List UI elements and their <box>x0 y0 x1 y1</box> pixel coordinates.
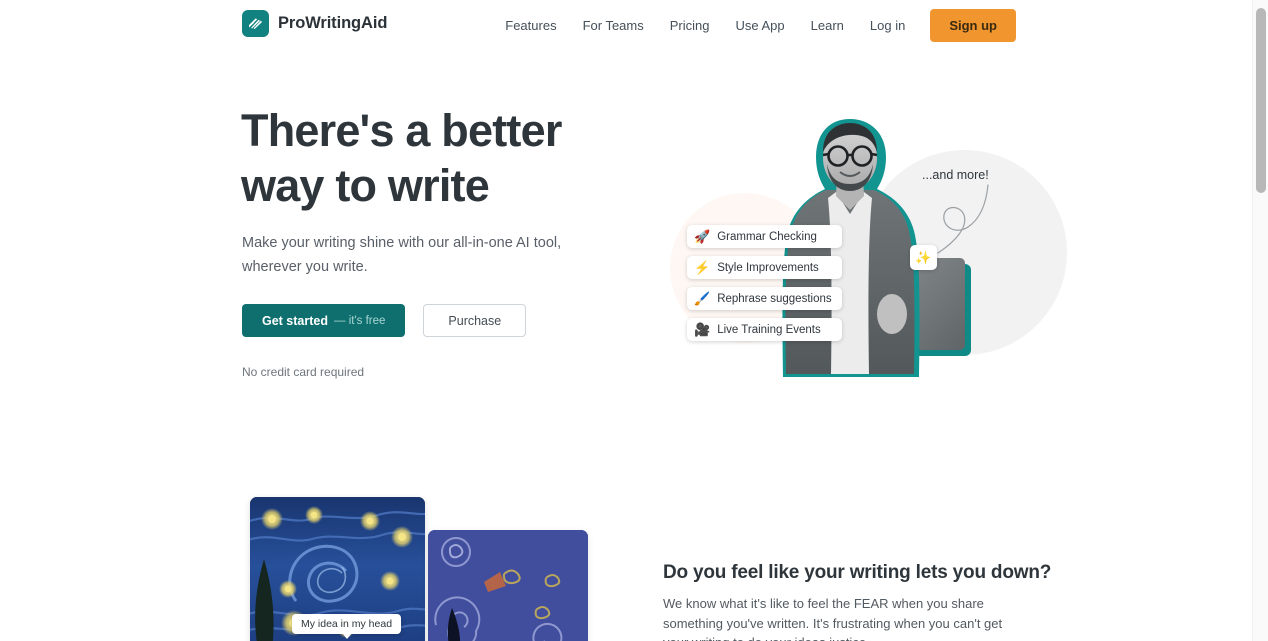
feature-chip-label: Rephrase suggestions <box>717 292 832 305</box>
no-credit-card-note: No credit card required <box>242 365 365 379</box>
nav-link-pricing[interactable]: Pricing <box>657 10 723 41</box>
get-started-label: Get started <box>262 313 328 328</box>
artwork-caption: My idea in my head <box>292 614 402 639</box>
curved-arrow-doodle <box>937 184 989 254</box>
artwork-simple-blue <box>428 530 588 641</box>
book-check-icon <box>242 10 269 37</box>
hero-illustration: 🚀 Grammar Checking ⚡ Style Improvements … <box>660 95 1067 395</box>
rocket-icon: 🚀 <box>694 229 711 244</box>
and-more-label: ...and more! <box>922 168 989 182</box>
feature-chip-style-improvements: ⚡ Style Improvements <box>687 256 842 279</box>
feature-chip-label: Grammar Checking <box>717 230 817 243</box>
hero-title-line-1: There's a better <box>241 105 562 156</box>
page-content: ProWritingAid Features For Teams Pricing… <box>0 0 1252 641</box>
feature-chip-grammar-checking: 🚀 Grammar Checking <box>687 225 842 248</box>
nav-link-for-teams[interactable]: For Teams <box>570 10 657 41</box>
nav-link-features[interactable]: Features <box>492 10 569 41</box>
paintbrush-icon: 🖌️ <box>694 291 711 306</box>
feature-chip-rephrase-suggestions: 🖌️ Rephrase suggestions <box>687 287 842 310</box>
browser-viewport: ProWritingAid Features For Teams Pricing… <box>0 0 1268 641</box>
nav-link-use-app[interactable]: Use App <box>723 10 798 41</box>
hero-cta-row: Get started — it's free Purchase <box>242 304 527 337</box>
hero-title: There's a better way to write <box>241 103 661 213</box>
main-nav: Features For Teams Pricing Use App Learn… <box>492 9 1016 42</box>
section-two-body: We know what it's like to feel the FEAR … <box>663 596 1003 641</box>
site-header: ProWritingAid Features For Teams Pricing… <box>0 0 1252 48</box>
get-started-suffix: — it's free <box>334 314 386 327</box>
purchase-button[interactable]: Purchase <box>423 304 527 337</box>
feature-chip-label: Style Improvements <box>717 261 819 274</box>
get-started-button[interactable]: Get started — it's free <box>242 304 406 337</box>
lightning-icon: ⚡ <box>694 260 711 275</box>
feature-chip-label: Live Training Events <box>717 323 821 336</box>
brand-logo[interactable]: ProWritingAid <box>242 10 387 37</box>
hero-title-line-2: way to write <box>241 160 490 211</box>
feature-chip-live-training-events: 🎥 Live Training Events <box>687 318 842 341</box>
hero-subtitle: Make your writing shine with our all-in-… <box>242 235 562 275</box>
section-two-heading: Do you feel like your writing lets you d… <box>663 562 1052 583</box>
page-scrollbar[interactable] <box>1252 0 1268 641</box>
scrollbar-thumb[interactable] <box>1256 8 1266 193</box>
sign-up-button[interactable]: Sign up <box>930 9 1016 42</box>
video-camera-icon: 🎥 <box>694 322 711 337</box>
nav-link-log-in[interactable]: Log in <box>857 10 918 41</box>
feature-chip-list: 🚀 Grammar Checking ⚡ Style Improvements … <box>687 225 842 341</box>
brand-name: ProWritingAid <box>278 14 388 32</box>
nav-link-learn[interactable]: Learn <box>798 10 857 41</box>
